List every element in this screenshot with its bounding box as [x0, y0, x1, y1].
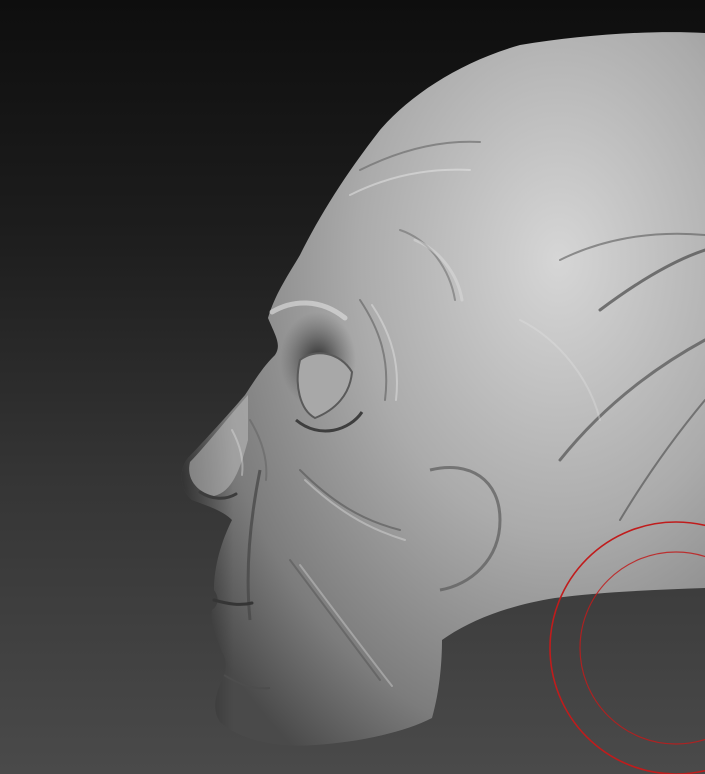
sculpt-viewport[interactable] [0, 0, 705, 774]
viewport-canvas[interactable] [0, 0, 705, 774]
head-mesh[interactable] [181, 32, 705, 746]
